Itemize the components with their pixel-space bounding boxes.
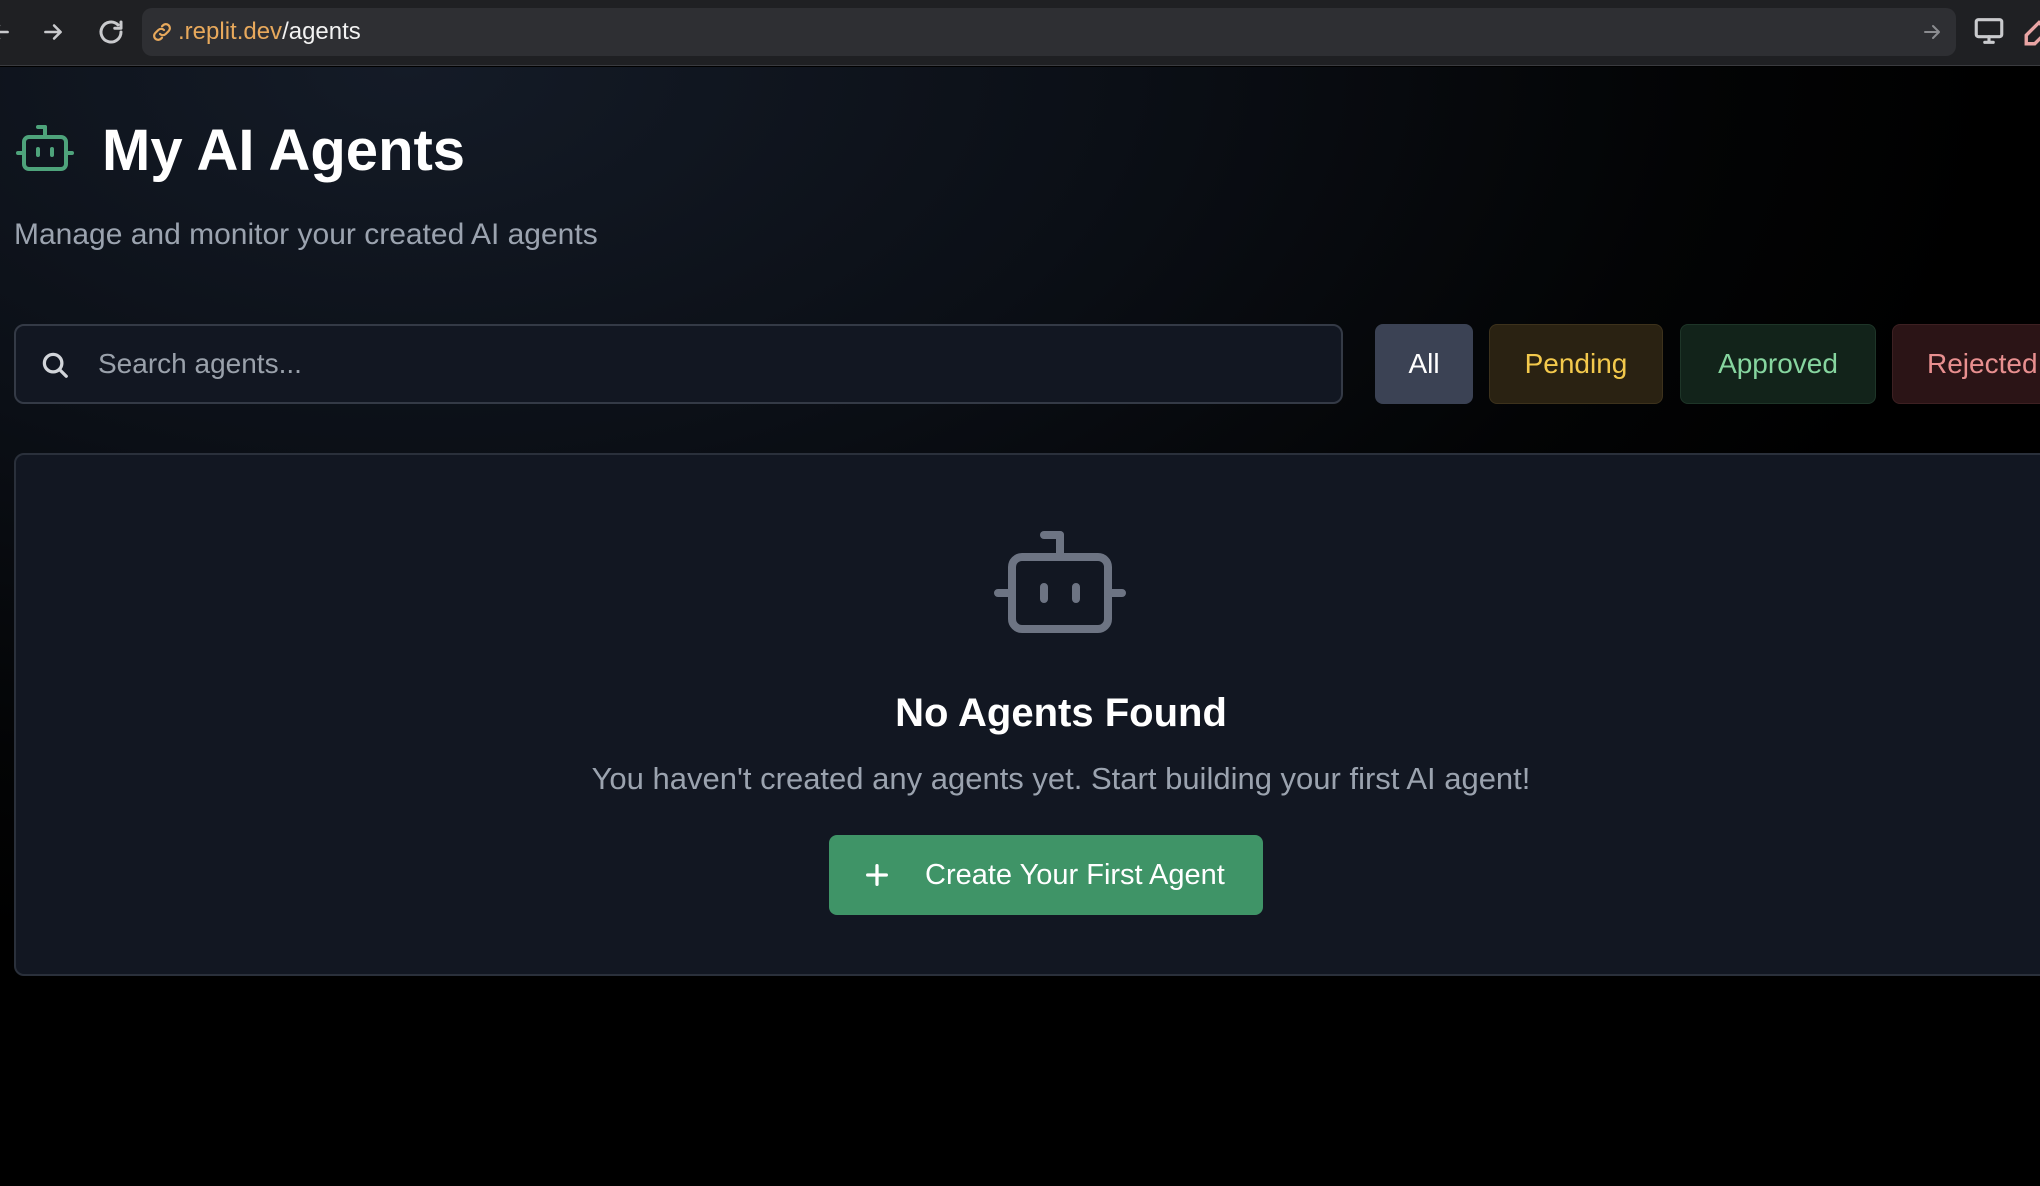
filter-approved-button[interactable]: Approved: [1680, 324, 1876, 404]
cast-screen-button[interactable]: [1972, 14, 2006, 50]
agents-page: My AI Agents Manage and monitor your cre…: [0, 67, 2040, 1186]
create-first-agent-label: Create Your First Agent: [925, 859, 1225, 891]
filter-all-button[interactable]: All: [1375, 324, 1473, 404]
url-domain: .replit.dev: [178, 18, 283, 45]
reload-icon: [99, 20, 123, 44]
arrow-left-icon: [0, 24, 9, 40]
search-icon: [40, 350, 70, 380]
empty-state-title: No Agents Found: [895, 691, 1227, 735]
url-path: /agents: [282, 18, 361, 45]
reload-button[interactable]: [89, 10, 133, 54]
arrow-right-icon: [1924, 25, 1940, 39]
monitor-icon: [1974, 18, 2004, 44]
create-first-agent-button[interactable]: Create Your First Agent: [829, 835, 1263, 915]
search-box[interactable]: [14, 324, 1343, 404]
plus-icon: [863, 861, 891, 889]
filter-rejected-button[interactable]: Rejected: [1892, 324, 2040, 404]
extension-button[interactable]: [2022, 14, 2040, 50]
browser-toolbar: .replit.dev/agents: [0, 0, 2040, 66]
address-bar[interactable]: .replit.dev/agents: [142, 8, 1956, 56]
link-icon: [150, 20, 174, 44]
search-input[interactable]: [96, 326, 1316, 402]
arrow-right-icon: [44, 24, 62, 40]
page-title: My AI Agents: [102, 118, 466, 183]
forward-button[interactable]: [31, 10, 75, 54]
filter-pending-button[interactable]: Pending: [1489, 324, 1663, 404]
empty-state-message: You haven't created any agents yet. Star…: [591, 761, 1531, 796]
url-text: .replit.dev/agents: [178, 8, 361, 56]
go-button[interactable]: [1920, 20, 1944, 44]
page-subtitle: Manage and monitor your created AI agent…: [14, 218, 598, 251]
robot-icon: [14, 119, 76, 181]
empty-state-card: No Agents Found You haven't created any …: [14, 453, 2040, 976]
robot-icon: [984, 515, 1136, 667]
back-button[interactable]: [0, 10, 22, 54]
dropper-icon: [2024, 20, 2040, 46]
